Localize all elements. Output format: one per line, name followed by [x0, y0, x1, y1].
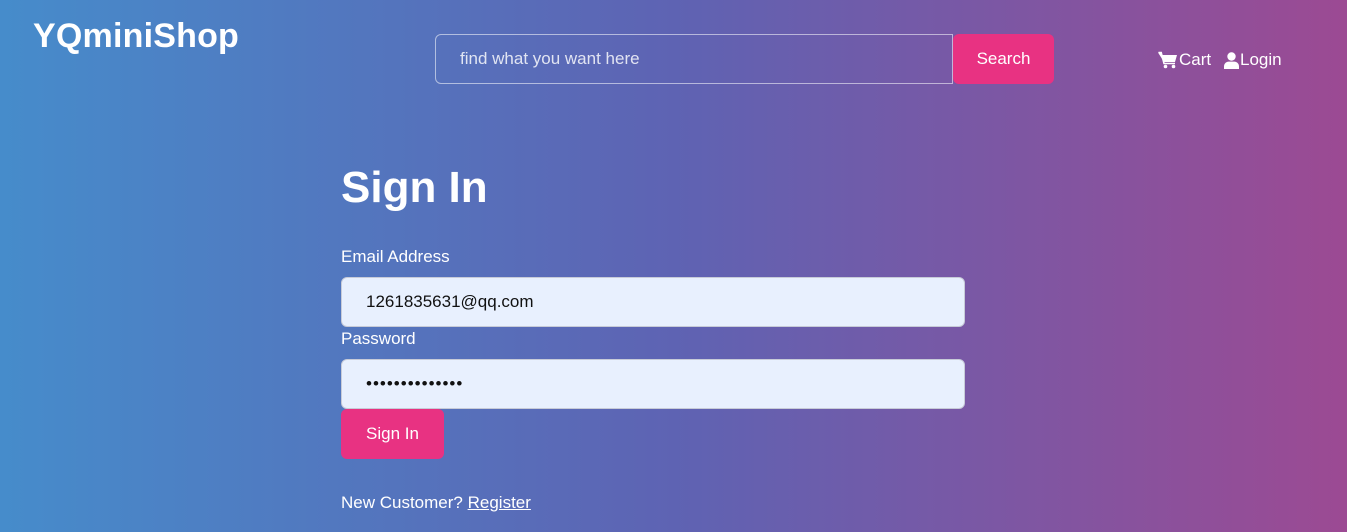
email-field[interactable] — [341, 277, 965, 327]
password-field[interactable] — [341, 359, 965, 409]
email-label: Email Address — [341, 247, 450, 266]
user-icon — [1224, 51, 1240, 69]
search-button[interactable]: Search — [953, 34, 1054, 84]
nav-login-label: Login — [1240, 50, 1282, 69]
sign-in-button[interactable]: Sign In — [341, 409, 444, 459]
nav-login-link[interactable]: Login — [1224, 49, 1282, 71]
page-background: YQminiShop Search Cart Login Sign In Ema… — [0, 0, 1347, 532]
register-link[interactable]: Register — [468, 493, 531, 512]
password-label: Password — [341, 329, 416, 348]
nav-cart-label: Cart — [1179, 50, 1212, 69]
new-customer-text: New Customer? — [341, 493, 463, 512]
shopping-cart-icon — [1158, 51, 1179, 69]
nav-cart-link[interactable]: Cart — [1158, 49, 1211, 71]
search-input[interactable] — [435, 34, 953, 84]
register-prompt: New Customer? Register — [341, 493, 531, 513]
brand-logo[interactable]: YQminiShop — [33, 17, 239, 56]
page-title: Sign In — [341, 163, 488, 212]
